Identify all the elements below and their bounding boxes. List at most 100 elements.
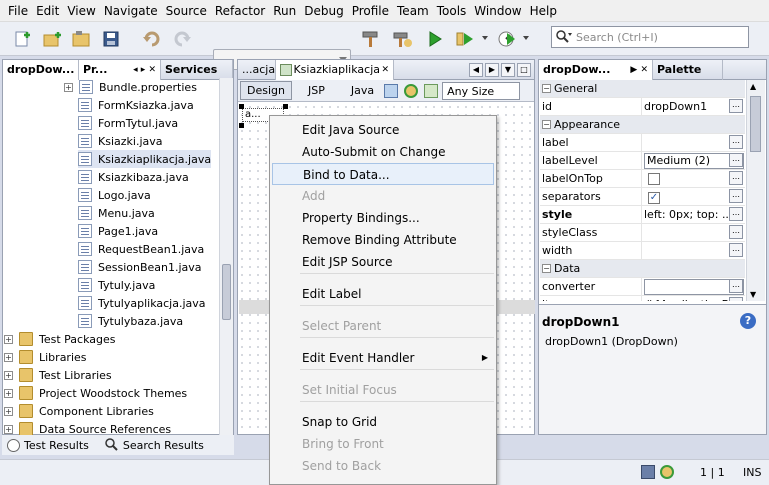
tree-item[interactable]: + Project Woodstock Themes	[4, 384, 187, 402]
profile-icon[interactable]	[495, 27, 519, 51]
context-menu-item[interactable]: Edit Label	[270, 283, 496, 305]
property-row[interactable]: id dropDown1…	[540, 97, 745, 116]
context-menu-item[interactable]: Bind to Data...	[272, 163, 494, 185]
tree-item[interactable]: + Test Libraries	[4, 366, 112, 384]
maximize-icon[interactable]: □	[517, 62, 531, 77]
menu-team[interactable]: Team	[393, 1, 433, 21]
tab-palette[interactable]: Palette	[653, 59, 723, 80]
new-project-icon[interactable]	[40, 27, 64, 51]
tab-services[interactable]: Services	[161, 59, 233, 80]
close-icon[interactable]: ▶ ✕	[630, 65, 648, 75]
menu-help[interactable]: Help	[526, 1, 561, 21]
selection-handle[interactable]	[239, 123, 244, 128]
selection-handle[interactable]	[283, 104, 288, 109]
tree-item[interactable]: Ksiazki.java	[78, 132, 163, 150]
design-view-button[interactable]: Design	[240, 81, 292, 100]
scroll-down-icon[interactable]: ▼	[750, 290, 756, 299]
context-menu-item[interactable]: Remove Binding Attribute	[270, 229, 496, 251]
context-menu-item[interactable]: Auto-Submit on Change	[270, 141, 496, 163]
tree-item[interactable]: Page1.java	[78, 222, 158, 240]
context-menu-item[interactable]: Snap to Grid	[270, 411, 496, 433]
properties-scrollbar[interactable]: ▲ ▼	[746, 80, 765, 301]
tab-properties[interactable]: dropDow... ▶ ✕	[539, 59, 653, 80]
tree-item[interactable]: + Libraries	[4, 348, 87, 366]
save-all-icon[interactable]	[100, 27, 124, 51]
tree-item[interactable]: Tytulybaza.java	[78, 312, 183, 330]
tasks-icon[interactable]	[660, 465, 674, 479]
ellipsis-button[interactable]: …	[729, 297, 743, 301]
context-menu-item[interactable]: Edit JSP Source	[270, 251, 496, 273]
menu-file[interactable]: File	[4, 1, 32, 21]
menu-edit[interactable]: Edit	[32, 1, 63, 21]
tree-item[interactable]: FormTytul.java	[78, 114, 178, 132]
close-icon[interactable]: ◂ ▸ ✕	[133, 65, 156, 75]
preview-icon[interactable]	[384, 83, 399, 98]
scroll-right-icon[interactable]: ▶	[485, 62, 499, 77]
build-icon[interactable]	[358, 27, 382, 51]
tab-test-results[interactable]: Test Results	[24, 439, 89, 452]
open-project-icon[interactable]	[70, 27, 94, 51]
tab-ksiazkiaplikacja[interactable]: Ksiazkiaplikacja ✕	[276, 59, 394, 80]
tree-item[interactable]: Tytuly.java	[78, 276, 155, 294]
ellipsis-button[interactable]: …	[729, 135, 743, 149]
debug-icon[interactable]	[453, 27, 477, 51]
ellipsis-button[interactable]: …	[729, 99, 743, 113]
expand-icon[interactable]: +	[64, 82, 73, 92]
show-virtual-forms-icon[interactable]	[424, 83, 439, 98]
expand-icon[interactable]: +	[4, 352, 13, 362]
java-view-button[interactable]: Java	[347, 82, 378, 99]
expand-icon[interactable]: +	[4, 370, 13, 380]
tab-navigator[interactable]: dropDow...	[3, 59, 79, 80]
selection-handle[interactable]	[239, 104, 244, 109]
property-category[interactable]: − Appearance	[540, 116, 745, 134]
menu-source[interactable]: Source	[162, 1, 211, 21]
expand-icon[interactable]: +	[4, 406, 13, 416]
tab-editor-1[interactable]: ...acja	[238, 59, 276, 80]
close-icon[interactable]: ✕	[381, 65, 389, 75]
ellipsis-button[interactable]: …	[729, 243, 743, 257]
scroll-left-icon[interactable]: ◀	[469, 62, 483, 77]
property-category[interactable]: − General	[540, 80, 745, 98]
scrollbar-thumb[interactable]	[750, 96, 761, 152]
menu-tools[interactable]: Tools	[433, 1, 471, 21]
property-row[interactable]: width…	[540, 241, 745, 260]
tree-item[interactable]: Menu.java	[78, 204, 155, 222]
run-icon[interactable]	[423, 27, 447, 51]
property-row[interactable]: style left: 0px; top: ...…	[540, 205, 745, 224]
search-box[interactable]: Search (Ctrl+I)	[551, 26, 749, 48]
property-row[interactable]: converter…	[540, 277, 745, 296]
ellipsis-button[interactable]: …	[729, 225, 743, 239]
collapse-icon[interactable]: −	[542, 84, 551, 93]
checkbox[interactable]	[648, 172, 660, 185]
tree-item[interactable]: + Component Libraries	[4, 402, 154, 420]
menu-view[interactable]: View	[63, 1, 99, 21]
tree-item[interactable]: Ksiazkiaplikacja.java	[78, 150, 212, 168]
tree-item[interactable]: SessionBean1.java	[78, 258, 202, 276]
property-row[interactable]: it...#{ApplicationB...…	[540, 295, 745, 301]
collapse-icon[interactable]: −	[542, 120, 551, 129]
scrollbar-thumb[interactable]	[222, 264, 231, 320]
ellipsis-button[interactable]: …	[729, 153, 743, 167]
debug-dropdown-icon[interactable]	[482, 36, 488, 40]
property-row[interactable]: labelLevel Medium (2)…	[540, 151, 745, 170]
tree-scrollbar[interactable]	[219, 78, 233, 435]
ellipsis-button[interactable]: …	[729, 279, 743, 293]
jsp-view-button[interactable]: JSP	[304, 82, 329, 99]
ellipsis-button[interactable]: …	[729, 171, 743, 185]
tree-item[interactable]: RequestBean1.java	[78, 240, 204, 258]
expand-icon[interactable]: +	[4, 334, 13, 344]
property-row[interactable]: labelOnTop…	[540, 169, 745, 188]
property-row[interactable]: separators ✓…	[540, 187, 745, 206]
property-row[interactable]: label…	[540, 133, 745, 152]
ellipsis-button[interactable]: …	[729, 207, 743, 221]
context-menu-item[interactable]: Property Bindings...	[270, 207, 496, 229]
menu-debug[interactable]: Debug	[300, 1, 347, 21]
help-icon[interactable]: ?	[740, 313, 756, 329]
tree-item[interactable]: + Bundle.properties	[64, 78, 197, 96]
tree-item[interactable]: FormKsiazka.java	[78, 96, 194, 114]
tab-search-results[interactable]: Search Results	[123, 439, 204, 452]
scroll-up-icon[interactable]: ▲	[750, 82, 756, 91]
property-row[interactable]: styleClass…	[540, 223, 745, 242]
menu-refactor[interactable]: Refactor	[211, 1, 269, 21]
menu-window[interactable]: Window	[470, 1, 525, 21]
